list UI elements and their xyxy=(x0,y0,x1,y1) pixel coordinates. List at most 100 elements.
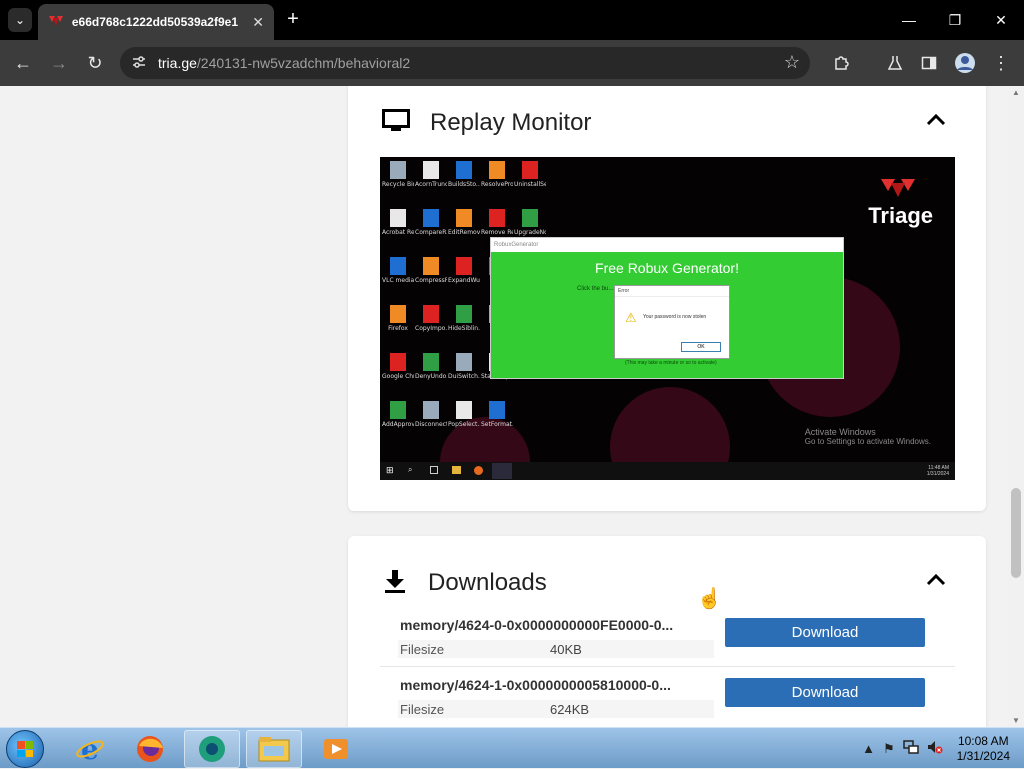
minimize-button[interactable]: — xyxy=(886,0,932,40)
filesize-value: 40KB xyxy=(550,642,582,657)
desktop-icon-label: DuiSwitch... xyxy=(448,373,480,380)
activate-line1: Activate Windows xyxy=(804,427,876,437)
desktop-file-icon xyxy=(456,401,472,419)
desktop-icon: CompressR... xyxy=(415,257,447,284)
new-tab-button[interactable]: + xyxy=(282,8,304,30)
start-button[interactable] xyxy=(6,730,44,768)
vm-explorer-icon xyxy=(452,466,461,474)
desktop-file-icon xyxy=(423,305,439,323)
site-settings-icon[interactable] xyxy=(132,55,152,72)
download-icon xyxy=(382,568,408,599)
desktop-icon: Remove Re... xyxy=(481,209,513,236)
system-clock[interactable]: 10:08 AM 1/31/2024 xyxy=(957,734,1010,764)
desktop-file-icon xyxy=(390,257,406,275)
tab-title: e66d768c1222dd50539a2f9e1 xyxy=(71,15,238,29)
desktop-icon-label: CompressR... xyxy=(415,277,447,284)
error-dialog: Error ⚠ Your password is now stolen OK xyxy=(614,285,730,359)
replay-monitor-title: Replay Monitor xyxy=(430,109,592,136)
url-path: /240131-nw5vzadchm/behavioral2 xyxy=(196,55,411,71)
chromium-app-taskbar-icon[interactable] xyxy=(184,730,240,768)
show-hidden-icons-arrow-icon[interactable]: ▲ xyxy=(862,741,875,756)
download-row: memory/4624-0-0x0000000000FE0000-0... Fi… xyxy=(380,609,955,667)
desktop-icon: HideSiblin... xyxy=(448,305,480,332)
downloads-header[interactable]: Downloads xyxy=(382,568,547,598)
monitor-icon xyxy=(382,108,410,138)
internet-explorer-taskbar-icon[interactable]: e xyxy=(62,730,118,768)
tab-close-icon[interactable]: ✕ xyxy=(252,14,264,31)
file-explorer-taskbar-icon[interactable] xyxy=(246,730,302,768)
forward-button[interactable]: → xyxy=(44,48,74,78)
profile-avatar-icon[interactable] xyxy=(950,48,980,78)
scrollbar-thumb[interactable] xyxy=(1011,488,1021,578)
desktop-file-icon xyxy=(456,257,472,275)
download-filesize: Filesize 40KB xyxy=(398,640,714,658)
desktop-icon: BuildsSto... xyxy=(448,161,480,188)
replay-monitor-header[interactable]: Replay Monitor xyxy=(382,108,591,138)
desktop-file-icon xyxy=(423,209,439,227)
desktop-file-icon xyxy=(522,209,538,227)
desktop-icon-label: AcornTrunc... xyxy=(415,181,447,188)
side-panel-icon[interactable] xyxy=(914,48,944,78)
back-button[interactable]: ← xyxy=(8,48,38,78)
volume-muted-icon[interactable] xyxy=(927,740,943,757)
desktop-icon: ExpandWu... xyxy=(448,257,480,284)
address-bar[interactable]: tria.ge/240131-nw5vzadchm/behavioral2 ☆ xyxy=(120,47,810,79)
desktop-icon-label: ResolvePro... xyxy=(481,181,513,188)
hand-cursor-icon: ☝ xyxy=(697,588,722,610)
filesize-value: 624KB xyxy=(550,702,590,717)
desktop-icon: CompareR... xyxy=(415,209,447,236)
download-button[interactable]: Download xyxy=(725,678,925,707)
windows-taskbar: e ▲ ⚑ 10:08 AM 1/31/2024 xyxy=(0,727,1024,768)
download-file-name: memory/4624-1-0x0000000005810000-0... xyxy=(400,677,671,693)
desktop-file-icon xyxy=(489,161,505,179)
robux-footer: (This may take a minute or so to activat… xyxy=(625,360,717,366)
desktop-file-icon xyxy=(456,209,472,227)
maximize-button[interactable]: ❐ xyxy=(932,0,978,40)
firefox-taskbar-icon[interactable] xyxy=(122,730,178,768)
scroll-up-arrow-icon[interactable]: ▲ xyxy=(1012,88,1020,97)
filesize-label: Filesize xyxy=(400,642,445,657)
menu-kebab-icon[interactable]: ⋮ xyxy=(986,48,1016,78)
tab-search-button[interactable]: ⌄ xyxy=(8,8,32,32)
scroll-down-arrow-icon[interactable]: ▼ xyxy=(1012,716,1020,725)
labs-flask-icon[interactable] xyxy=(880,48,910,78)
vm-start-icon: ⊞ xyxy=(386,465,394,475)
desktop-icon: Google Chrome xyxy=(382,353,414,380)
collapse-chevron-icon[interactable] xyxy=(926,110,946,131)
clock-time: 10:08 AM xyxy=(957,733,1009,748)
activate-windows-watermark: Activate Windows Go to Settings to activ… xyxy=(805,427,931,447)
desktop-icon-label: AddApprov... xyxy=(382,421,414,428)
desktop-icon-label: Google Chrome xyxy=(382,373,414,380)
desktop-icon-label: DisconnectT... xyxy=(415,421,447,428)
reload-button[interactable]: ↻ xyxy=(80,48,110,78)
tab-active[interactable]: e66d768c1222dd50539a2f9e1 ✕ xyxy=(38,4,274,40)
desktop-icon-label: PopSelect... xyxy=(448,421,480,428)
desktop-file-icon xyxy=(423,353,439,371)
extensions-icon[interactable] xyxy=(826,48,856,78)
collapse-chevron-icon[interactable] xyxy=(926,570,946,591)
replay-monitor-screen[interactable]: Recycle BinAcornTrunc...BuildsSto...Reso… xyxy=(380,157,955,480)
desktop-icon-label: SetFormat... xyxy=(481,421,513,428)
desktop-icon: Acrobat Reader DC xyxy=(382,209,414,236)
desktop-file-icon xyxy=(456,305,472,323)
close-window-button[interactable]: ✕ xyxy=(978,0,1024,40)
desktop-icon-label: Remove Re... xyxy=(481,229,513,236)
page-scrollbar[interactable]: ▲ ▼ xyxy=(1008,86,1024,727)
system-tray: ▲ ⚑ 10:08 AM 1/31/2024 xyxy=(858,728,1024,769)
robux-window-titlebar: RobuxGenerator xyxy=(491,238,843,252)
triage-favicon-icon xyxy=(48,14,64,30)
media-player-taskbar-icon[interactable] xyxy=(308,730,364,768)
desktop-file-icon xyxy=(456,161,472,179)
download-button[interactable]: Download xyxy=(725,618,925,647)
desktop-file-icon xyxy=(456,353,472,371)
bookmark-star-icon[interactable]: ☆ xyxy=(784,52,800,73)
desktop-icon: PopSelect... xyxy=(448,401,480,428)
action-center-flag-icon[interactable]: ⚑ xyxy=(883,741,895,757)
network-icon[interactable] xyxy=(902,740,919,757)
downloads-title: Downloads xyxy=(428,569,547,596)
desktop-icon: UninstallSe... xyxy=(514,161,546,188)
vm-firefox-icon xyxy=(474,466,483,475)
windows-logo-icon xyxy=(17,741,33,757)
vm-app-icon xyxy=(492,463,512,479)
desktop-icon: SetFormat... xyxy=(481,401,513,428)
